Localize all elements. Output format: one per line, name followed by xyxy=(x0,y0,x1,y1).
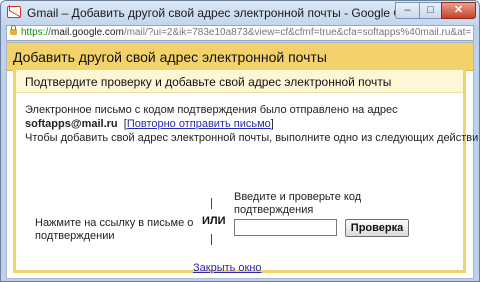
option-code-text: Введите и проверьте код подтверждения xyxy=(234,191,362,216)
verify-button[interactable]: Проверка xyxy=(345,219,409,237)
dialog-subtitle: Подтвердите проверку и добавьте свой адр… xyxy=(25,75,392,89)
address-bar[interactable]: https://mail.google.com/mail/?ui=2&ik=78… xyxy=(6,25,474,41)
window-title: Gmail – Добавить другой свой адрес элект… xyxy=(27,6,437,20)
bracket-close: ] xyxy=(270,118,274,130)
verification-code-input[interactable] xyxy=(234,219,337,236)
lock-icon xyxy=(10,25,17,35)
close-button[interactable]: ✕ xyxy=(441,2,476,19)
minimize-button[interactable]: – xyxy=(395,2,420,19)
dialog-subheader: Подтвердите проверку и добавьте свой адр… xyxy=(16,70,463,93)
dialog-panel: Подтвердите проверку и добавьте свой адр… xyxy=(13,70,479,274)
close-window-link[interactable]: Закрыть окно xyxy=(193,262,262,274)
title-bar[interactable]: Gmail – Добавить другой свой адрес элект… xyxy=(1,1,479,25)
dialog-header: Добавить другой свой адрес электронной п… xyxy=(7,43,473,71)
email-address: softapps@mail.ru xyxy=(25,118,118,130)
url-domain: mail.google.com xyxy=(51,27,124,38)
sent-text: Электронное письмо с кодом подтверждения… xyxy=(25,104,398,116)
maximize-button[interactable]: □ xyxy=(419,2,442,19)
page-content: Добавить другой свой адрес электронной п… xyxy=(6,42,479,279)
or-divider-bottom xyxy=(211,234,212,245)
url-path: /mail/?ui=2&ik=783e10a873&view=cf&cfmf=t… xyxy=(123,27,472,38)
url-scheme: https:// xyxy=(21,27,52,38)
resend-link[interactable]: Повторно отправить письмо xyxy=(127,118,271,130)
instruction-text: Чтобы добавить свой адрес электронной по… xyxy=(25,132,480,144)
or-divider-top xyxy=(211,198,212,209)
url-text[interactable]: https://mail.google.com/mail/?ui=2&ik=78… xyxy=(21,27,471,38)
gmail-icon xyxy=(7,6,21,18)
dialog-title: Добавить другой свой адрес электронной п… xyxy=(13,49,327,65)
email-line: softapps@mail.ru [Повторно отправить пис… xyxy=(25,118,274,130)
browser-window: Gmail – Добавить другой свой адрес элект… xyxy=(0,0,480,282)
or-label: ИЛИ xyxy=(202,215,226,227)
option-link-text: Нажмите на ссылку в письме о подтвержден… xyxy=(35,217,194,242)
